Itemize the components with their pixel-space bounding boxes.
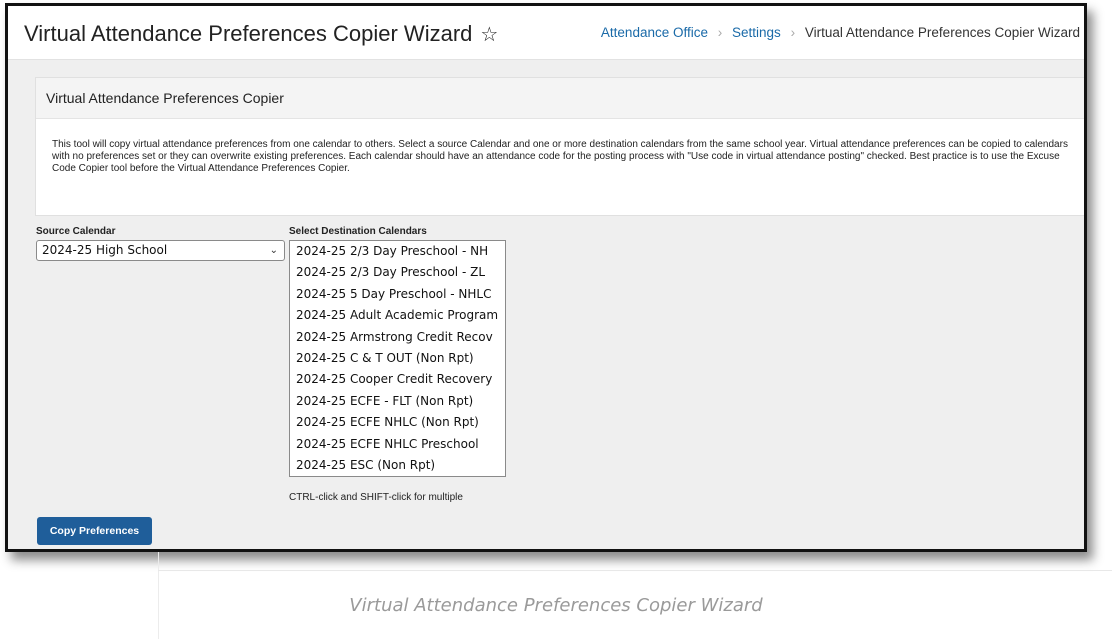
list-item[interactable]: 2024-25 5 Day Preschool - NHLC (290, 284, 505, 305)
page-title-text: Virtual Attendance Preferences Copier Wi… (24, 21, 473, 46)
destination-calendars-label: Select Destination Calendars (289, 226, 427, 237)
chevron-right-icon: › (790, 25, 796, 40)
source-calendar-select[interactable]: 2024-25 High School ⌄ (36, 240, 285, 261)
divider (158, 570, 1112, 571)
list-item[interactable]: 2024-25 ECFE - FLT (Non Rpt) (290, 391, 505, 412)
app-window: Virtual Attendance Preferences Copier Wi… (5, 3, 1087, 552)
list-item[interactable]: 2024-25 2/3 Day Preschool - ZL (290, 262, 505, 283)
source-calendar-label: Source Calendar (36, 226, 116, 237)
list-item[interactable]: 2024-25 C & T OUT (Non Rpt) (290, 348, 505, 369)
panel-description: This tool will copy virtual attendance p… (52, 139, 1068, 174)
source-calendar-value: 2024-25 High School (42, 243, 168, 257)
list-item[interactable]: 2024-25 Armstrong Credit Recov (290, 327, 505, 348)
panel-title: Virtual Attendance Preferences Copier (36, 78, 1084, 119)
list-item[interactable]: 2024-25 ECFE NHLC Preschool (290, 434, 505, 455)
list-item[interactable]: 2024-25 ECFE NHLC (Non Rpt) (290, 412, 505, 433)
breadcrumb-link-attendance-office[interactable]: Attendance Office (601, 25, 708, 40)
list-item[interactable]: 2024-25 ESC (Non Rpt) (290, 455, 505, 476)
page-header: Virtual Attendance Preferences Copier Wi… (8, 6, 1084, 60)
breadcrumb-current: Virtual Attendance Preferences Copier Wi… (804, 25, 1080, 40)
info-panel: Virtual Attendance Preferences Copier Th… (35, 77, 1084, 216)
destination-calendars-list[interactable]: 2024-25 2/3 Day Preschool - NH 2024-25 2… (289, 240, 506, 477)
chevron-down-icon: ⌄ (269, 245, 278, 256)
breadcrumb: Attendance Office › Settings › Virtual A… (601, 25, 1080, 40)
figure-caption: Virtual Attendance Preferences Copier Wi… (349, 595, 763, 616)
list-item[interactable]: 2024-25 Cooper Credit Recovery (290, 369, 505, 390)
star-icon[interactable]: ☆ (480, 22, 498, 47)
chevron-right-icon: › (717, 25, 723, 40)
breadcrumb-link-settings[interactable]: Settings (732, 25, 781, 40)
list-item[interactable]: 2024-25 2/3 Day Preschool - NH (290, 241, 505, 262)
page-title: Virtual Attendance Preferences Copier Wi… (24, 21, 498, 47)
copy-preferences-button[interactable]: Copy Preferences (37, 517, 152, 545)
list-item[interactable]: 2024-25 Adult Academic Program (290, 305, 505, 326)
main-content: Virtual Attendance Preferences Copier Th… (8, 60, 1084, 549)
multi-select-hint: CTRL-click and SHIFT-click for multiple (289, 492, 463, 503)
